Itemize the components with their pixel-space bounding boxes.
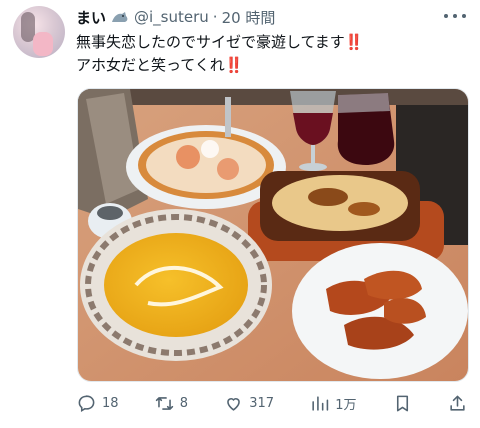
share-icon [450,395,465,411]
tweet-text-2: アホ女だと笑ってくれ [76,56,225,74]
tweet-text-line-2: アホ女だと笑ってくれ‼️ [76,54,466,77]
tweet-text: 無事失恋したのでサイゼで豪遊してます‼️ アホ女だと笑ってくれ‼️ [76,31,466,77]
tweet-text-1: 無事失恋したのでサイゼで豪遊してます [76,33,345,51]
more-icon[interactable] [444,8,466,24]
tweet-text-line-1: 無事失恋したのでサイゼで豪遊してます‼️ [76,31,466,54]
like-icon [227,397,241,411]
badge-icon [110,8,130,26]
double-exclamation-emoji: ‼️ [344,33,364,51]
retweet-count: 8 [179,395,189,411]
like-count: 317 [249,395,275,411]
views-icon [312,395,329,411]
share-button[interactable] [448,394,467,413]
separator-dot: · [212,8,218,26]
bookmark-button[interactable] [393,394,412,413]
reply-icon [78,394,95,412]
double-exclamation-emoji: ‼️ [224,56,244,74]
display-name[interactable]: まい [76,7,106,28]
tweet-photo[interactable] [77,88,469,382]
views-button[interactable]: 1万 [310,394,357,413]
tweet-header: まい @i_suteru · 20 時間 [76,6,275,28]
retweet-icon [155,396,173,410]
timestamp[interactable]: 20 時間 [222,7,276,28]
action-bar: 18 8 317 1万 [77,392,467,414]
bookmark-icon [396,395,408,411]
food-photo [78,89,468,381]
handle[interactable]: @i_suteru [134,8,209,26]
avatar-bag [33,32,53,56]
reply-button[interactable]: 18 [77,394,119,413]
reply-count: 18 [102,395,119,411]
retweet-button[interactable]: 8 [155,394,188,413]
like-button[interactable]: 317 [224,394,274,413]
views-count: 1万 [335,397,357,413]
avatar[interactable] [13,6,65,58]
